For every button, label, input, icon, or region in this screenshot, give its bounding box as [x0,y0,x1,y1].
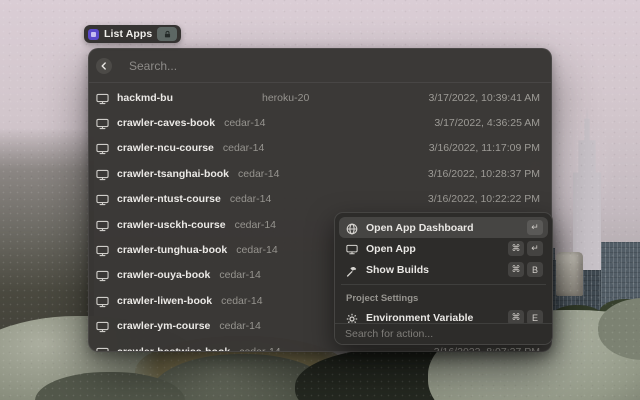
action-label: Open App [366,242,416,255]
monitor-icon [96,168,109,180]
key-badge: E [527,310,543,323]
monitor-icon [96,269,109,282]
shortcut-keys: ⌘ E [508,310,543,323]
app-updated-time: 3/16/2022, 11:17:09 PM [428,142,540,155]
app-stack: heroku-20 [262,91,310,104]
app-stack: cedar-14 [239,345,281,352]
action-label: Environment Variable [366,311,474,324]
monitor-icon [96,295,109,307]
globe-icon [346,222,358,234]
key-badge: ⌘ [508,262,524,277]
app-name: crawler-bestwise-book [117,345,231,352]
app-name: crawler-ym-course [117,320,211,333]
app-name: crawler-usckh-course [117,218,226,231]
app-name: crawler-tunghua-book [117,244,228,257]
app-name: hackmd-bu [117,91,174,104]
app-stack: cedar-14 [222,142,265,155]
app-updated-time: 3/16/2022, 10:28:37 PM [427,167,540,180]
list-item[interactable]: crawler-tsanghai-book cedar-14 3/16/2022, … [89,161,551,186]
list-item[interactable]: crawler-ntust-course cedar-14 3/16/2022, 1… [89,187,551,212]
command-badge-label: List Apps [104,28,153,40]
app-updated-time: 3/16/2022, 10:22:22 PM [427,193,540,206]
key-badge: ↵ [527,241,543,256]
list-item[interactable]: hackmd-bu heroku-20 3/17/2022, 10:39:41 AM [89,85,551,110]
panel-divider [341,284,546,285]
monitor-icon [96,193,109,206]
app-stack: cedar-14 [224,117,266,130]
search-bar: Search... [89,49,551,83]
shortcut-keys: ⌘ ↵ [508,241,543,256]
monitor-icon [346,243,358,255]
gear-icon [346,312,358,323]
action-item[interactable]: Show Builds ⌘ B [339,259,548,280]
monitor-icon [96,244,109,257]
action-panel: Open App Dashboard ↵ Open App ⌘ ↵ Show Builds… [334,212,553,345]
search-input[interactable]: Search... [129,59,177,73]
app-name: crawler-ntust-course [117,193,221,206]
action-list: Open App Dashboard ↵ Open App ⌘ ↵ Show Builds… [335,213,552,323]
action-label: Open App Dashboard [366,221,474,234]
action-search-input[interactable]: Search for action... [335,323,552,344]
app-name: crawler-ncu-course [117,142,214,155]
desktop: List Apps Search... hackmd-bu heroku-20 3/… [0,0,640,400]
heroku-icon [88,28,99,40]
app-name: crawler-ouya-book [117,269,211,282]
monitor-icon [96,346,109,351]
app-updated-time: 3/17/2022, 10:39:41 AM [428,91,540,104]
app-name: crawler-tsanghai-book [117,167,230,180]
monitor-icon [96,219,109,231]
panel-section-label: Project Settings [346,292,419,304]
app-stack: cedar-14 [219,269,261,282]
action-item[interactable]: Open App ⌘ ↵ [339,238,548,259]
back-button[interactable] [96,57,112,74]
app-stack: cedar-14 [236,244,278,257]
app-stack: cedar-14 [238,167,280,180]
command-badge[interactable]: List Apps [84,25,182,43]
app-stack: cedar-14 [219,320,261,333]
monitor-icon [96,117,109,130]
monitor-icon [96,142,109,155]
app-name: crawler-caves-book [117,117,216,130]
monitor-icon [96,320,109,333]
hammer-icon [346,264,358,277]
chevron-left-icon [101,61,106,70]
app-name: crawler-liwen-book [117,294,213,307]
shortcut-keys: ⌘ B [508,262,543,277]
list-item[interactable]: crawler-ncu-course cedar-14 3/16/2022, 11:… [89,136,551,161]
key-badge: B [527,262,543,277]
action-label: Show Builds [366,263,429,276]
key-badge: ↵ [527,220,543,235]
list-item[interactable]: crawler-caves-book cedar-14 3/17/2022, 4:3… [89,110,551,135]
app-stack: cedar-14 [234,218,277,231]
app-stack: cedar-14 [221,294,263,307]
key-badge: ⌘ [508,241,524,256]
action-item[interactable]: Open App Dashboard ↵ [339,217,548,238]
app-updated-time: 3/16/2022, 8:07:27 PM [433,345,540,352]
monitor-icon [96,92,109,104]
app-updated-time: 3/17/2022, 4:36:25 AM [434,117,540,130]
hotkey-badge [157,27,178,41]
app-stack: cedar-14 [229,193,272,206]
key-badge: ⌘ [508,310,524,323]
shortcut-keys: ↵ [527,220,543,235]
lock-icon [164,30,170,37]
action-item[interactable]: Environment Variable ⌘ E [339,307,548,323]
